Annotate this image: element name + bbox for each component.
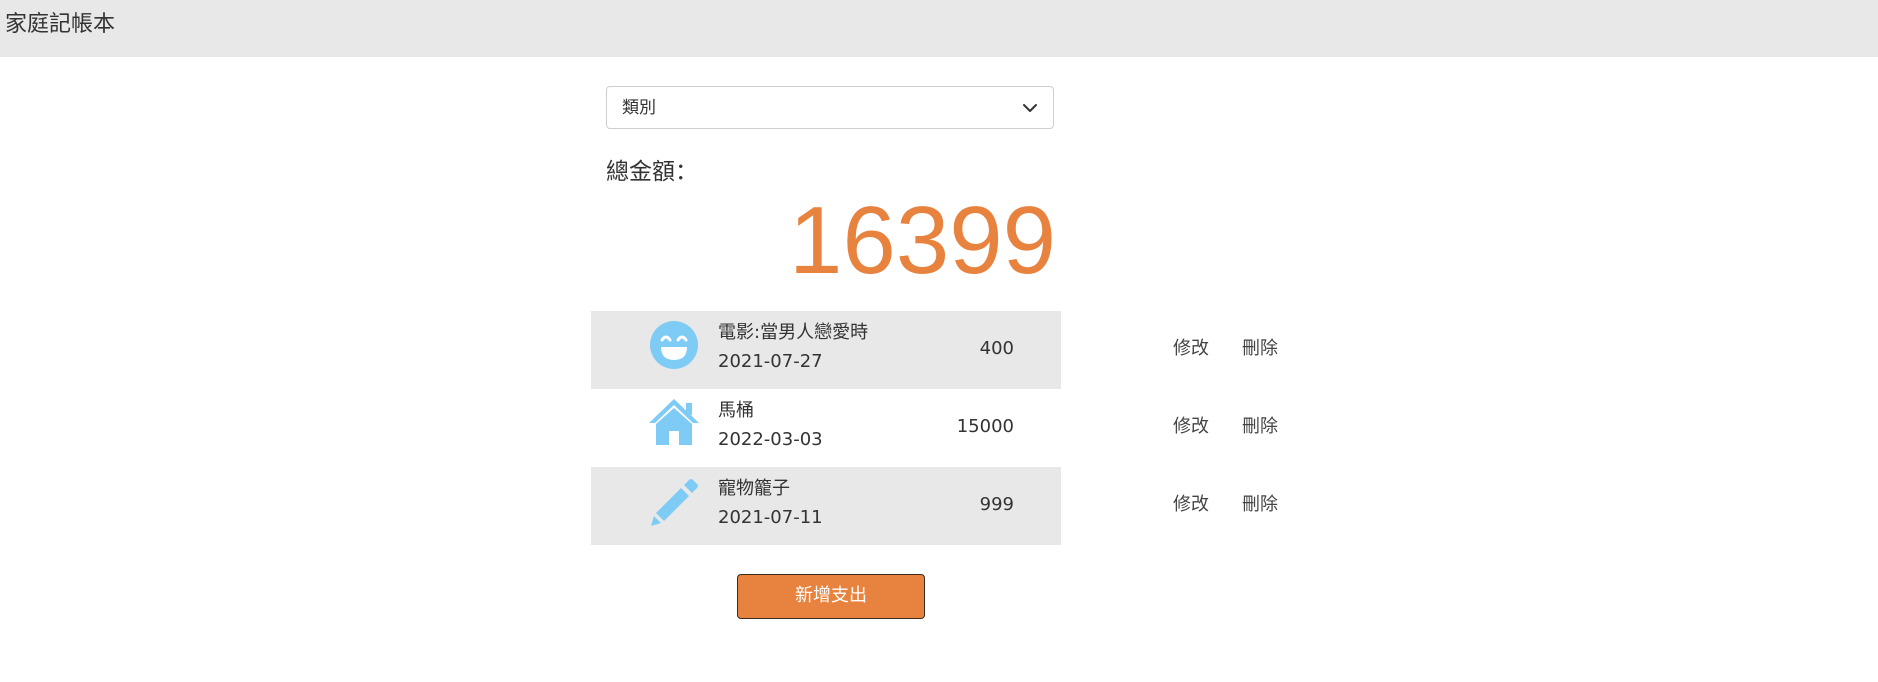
smile-icon bbox=[650, 321, 698, 369]
total-label: 總金額： bbox=[606, 159, 698, 185]
expense-date: 2021-07-27 bbox=[718, 351, 823, 372]
expense-name: 寵物籠子 bbox=[718, 478, 790, 499]
expense-row: 寵物籠子 2021-07-11 999 bbox=[591, 467, 1061, 545]
expense-name: 馬桶 bbox=[718, 400, 754, 421]
expense-amount: 999 bbox=[979, 494, 1014, 515]
category-select-value: 類別 bbox=[622, 98, 656, 118]
delete-button[interactable]: 刪除 bbox=[1242, 415, 1278, 439]
expense-row: 馬桶 2022-03-03 15000 bbox=[591, 389, 1061, 467]
chevron-down-icon bbox=[1023, 104, 1037, 112]
add-expense-button[interactable]: 新增支出 bbox=[737, 574, 925, 619]
total-amount: 16399 bbox=[789, 187, 1056, 294]
edit-button[interactable]: 修改 bbox=[1173, 415, 1209, 439]
app-title: 家庭記帳本 bbox=[5, 12, 116, 37]
edit-button[interactable]: 修改 bbox=[1173, 493, 1209, 517]
edit-button[interactable]: 修改 bbox=[1173, 337, 1209, 361]
home-icon bbox=[649, 399, 699, 445]
expense-name: 電影:當男人戀愛時 bbox=[718, 322, 869, 343]
pencil-icon bbox=[651, 479, 698, 526]
expense-amount: 400 bbox=[979, 338, 1014, 359]
expense-amount: 15000 bbox=[956, 416, 1014, 437]
expense-date: 2022-03-03 bbox=[718, 429, 823, 450]
delete-button[interactable]: 刪除 bbox=[1242, 337, 1278, 361]
header-bar: 家庭記帳本 bbox=[0, 0, 1878, 57]
delete-button[interactable]: 刪除 bbox=[1242, 493, 1278, 517]
expense-row: 電影:當男人戀愛時 2021-07-27 400 bbox=[591, 311, 1061, 389]
category-select[interactable]: 類別 bbox=[606, 86, 1054, 129]
expense-date: 2021-07-11 bbox=[718, 507, 823, 528]
